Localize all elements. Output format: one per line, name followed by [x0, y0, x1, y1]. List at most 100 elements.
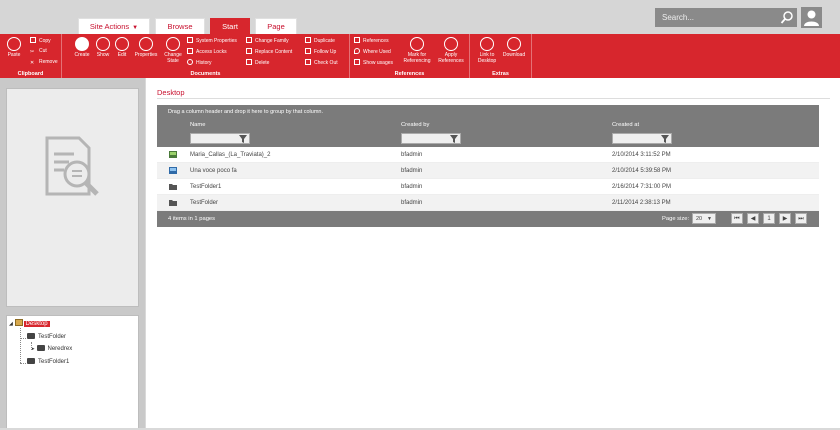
tree-item-label: TestFolder1: [38, 359, 70, 365]
access-locks-button[interactable]: Access Locks: [187, 48, 227, 55]
create-icon: [75, 37, 89, 51]
next-page-button[interactable]: ▶: [779, 213, 791, 224]
download-button[interactable]: Download: [501, 37, 527, 58]
edit-button[interactable]: Edit: [114, 37, 130, 58]
column-header-created-at[interactable]: Created at: [612, 122, 639, 128]
show-usages-button[interactable]: Show usages: [354, 59, 393, 66]
folder-icon: [27, 333, 35, 339]
filter-icon[interactable]: [239, 135, 247, 143]
search-input[interactable]: Search...: [655, 8, 797, 27]
replace-content-label: Replace Content: [255, 49, 293, 55]
row-created-by: bfadmin: [401, 152, 423, 158]
tag-icon: [139, 37, 153, 51]
cut-button[interactable]: ✂ Cut: [30, 48, 47, 55]
remove-button[interactable]: ✕ Remove: [30, 59, 58, 66]
group-by-area[interactable]: Drag a column header and drop it here to…: [157, 105, 819, 119]
folder-icon: [169, 184, 177, 190]
delete-button[interactable]: Delete: [246, 59, 269, 66]
tab-site-actions[interactable]: Site Actions ▼: [78, 18, 150, 34]
system-properties-button[interactable]: System Properties: [187, 37, 237, 44]
link-to-desktop-button[interactable]: Link to Desktop: [476, 37, 498, 64]
created-by-filter-input[interactable]: [401, 133, 461, 144]
prev-page-button[interactable]: ◀: [747, 213, 759, 224]
ribbon-group-extras: Link to Desktop Download Extras: [470, 34, 532, 78]
pencil-icon: [115, 37, 129, 51]
table-row[interactable]: TestFolder bfadmin 2/11/2014 2:38:13 PM: [157, 195, 819, 211]
folder-icon: [27, 358, 35, 364]
tree-item-testfolder[interactable]: TestFolder: [27, 333, 66, 342]
copy-icon: [30, 37, 36, 43]
paste-icon: [7, 37, 21, 51]
tree-connector: [20, 338, 26, 339]
user-icon: [804, 10, 819, 26]
collapse-icon[interactable]: ◢: [9, 321, 13, 327]
last-page-button[interactable]: ⏭: [795, 213, 807, 224]
expand-icon[interactable]: ▸: [32, 346, 35, 352]
family-icon: [246, 37, 252, 43]
show-button[interactable]: Show: [94, 37, 112, 58]
filter-icon[interactable]: [661, 135, 669, 143]
row-name[interactable]: Maria_Callas_(La_Traviata)_2: [190, 152, 270, 158]
current-page[interactable]: 1: [763, 213, 775, 224]
duplicate-button[interactable]: Duplicate: [305, 37, 335, 44]
history-button[interactable]: History: [187, 59, 212, 66]
row-created-at: 2/11/2014 2:38:13 PM: [612, 200, 671, 206]
ribbon: Paste Copy ✂ Cut ✕ Remove Clipboard Create…: [0, 34, 840, 78]
filter-icon[interactable]: [450, 135, 458, 143]
row-name[interactable]: Una voce poco fa: [190, 168, 237, 174]
tree-item-neredrex[interactable]: ▸ Neredrex: [32, 345, 72, 354]
column-header-name[interactable]: Name: [190, 122, 205, 128]
name-filter-input[interactable]: [190, 133, 250, 144]
desktop-folder-icon: [14, 319, 23, 326]
tab-page[interactable]: Page: [255, 18, 297, 34]
mark-for-referencing-button[interactable]: Mark for Referencing: [402, 37, 432, 64]
check-out-label: Check Out: [314, 60, 338, 66]
change-state-button[interactable]: Change State: [162, 37, 184, 64]
page-size-select[interactable]: 20 ▼: [692, 213, 716, 224]
duplicate-icon: [305, 37, 311, 43]
grid-header: Name Created by Created at: [157, 119, 819, 132]
usages-icon: [354, 59, 360, 65]
row-name[interactable]: TestFolder1: [190, 184, 221, 190]
pin-icon: [354, 48, 360, 54]
create-button[interactable]: Create: [71, 37, 93, 58]
table-row[interactable]: Maria_Callas_(La_Traviata)_2 bfadmin 2/1…: [157, 147, 819, 163]
access-locks-label: Access Locks: [196, 49, 227, 55]
tree-item-desktop[interactable]: ◢ Desktop: [9, 319, 50, 329]
last-page-icon: ⏭: [798, 216, 804, 222]
tree-item-label: Desktop: [23, 321, 50, 327]
apply-references-button[interactable]: Apply References: [436, 37, 466, 64]
tree-connector: [20, 363, 26, 364]
breadcrumb[interactable]: Desktop: [157, 88, 185, 97]
where-used-button[interactable]: Where Used: [354, 48, 391, 55]
references-button[interactable]: References: [354, 37, 389, 44]
trash-icon: [246, 59, 252, 65]
replace-content-button[interactable]: Replace Content: [246, 48, 292, 55]
tree-item-testfolder1[interactable]: TestFolder1: [27, 358, 69, 367]
user-button[interactable]: [801, 7, 822, 28]
tab-browse[interactable]: Browse: [155, 18, 205, 34]
tab-start[interactable]: Start: [210, 18, 250, 34]
change-state-label: Change State: [164, 52, 182, 64]
properties-button[interactable]: Properties: [133, 37, 159, 58]
table-row[interactable]: TestFolder1 bfadmin 2/16/2014 7:31:00 PM: [157, 179, 819, 195]
copy-button[interactable]: Copy: [30, 37, 51, 44]
search-icon[interactable]: [780, 10, 794, 25]
ribbon-group-clipboard: Paste Copy ✂ Cut ✕ Remove Clipboard: [0, 34, 62, 78]
table-row[interactable]: Una voce poco fa bfadmin 2/10/2014 5:39:…: [157, 163, 819, 179]
next-page-icon: ▶: [782, 216, 788, 222]
follow-up-button[interactable]: Follow Up: [305, 48, 336, 55]
follow-up-icon: [305, 48, 311, 54]
row-created-by: bfadmin: [401, 200, 423, 206]
remove-label: Remove: [39, 59, 58, 65]
column-header-created-by[interactable]: Created by: [401, 122, 429, 128]
change-family-button[interactable]: Change Family: [246, 37, 289, 44]
check-out-button[interactable]: Check Out: [305, 59, 338, 66]
created-at-filter-input[interactable]: [612, 133, 672, 144]
row-name[interactable]: TestFolder: [190, 200, 218, 206]
page-size-label: Page size:: [662, 216, 690, 222]
first-page-button[interactable]: ⏮: [731, 213, 743, 224]
group-label: Extras: [492, 71, 509, 77]
desktop-icon: [480, 37, 494, 51]
paste-button[interactable]: Paste: [6, 37, 22, 58]
